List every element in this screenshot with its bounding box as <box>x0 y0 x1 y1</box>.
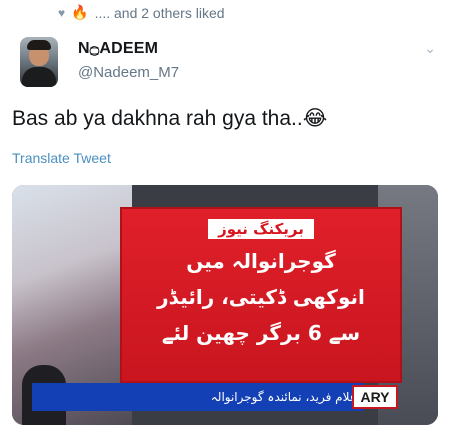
heart-icon: ♥ <box>58 5 66 20</box>
chevron-down-icon[interactable]: ⌄ <box>424 40 436 57</box>
headline-line-1: گوجرانوالہ میں <box>186 249 336 273</box>
social-context-text: .... and 2 others liked <box>94 4 225 21</box>
breaking-news-panel: بریکنگ نیوز گوجرانوالہ میں انوکھی ڈکیتی،… <box>120 207 402 383</box>
tweet-text: Bas ab ya dakhna rah gya tha..😂 <box>12 107 328 130</box>
channel-logo: ARY <box>352 385 398 409</box>
fire-emoji: 🔥 <box>71 4 89 20</box>
news-ticker: غلام فرید، نمائندہ گوجرانوالہ <box>32 383 364 411</box>
breaking-news-label: بریکنگ نیوز <box>208 219 314 239</box>
user-handle[interactable]: @Nadeem_M7 <box>78 64 179 81</box>
headline-line-2: انوکھی ڈکیتی، رائیڈر <box>157 285 365 309</box>
social-context: ♥ 🔥 .... and 2 others liked <box>58 4 225 21</box>
avatar[interactable] <box>20 37 58 87</box>
display-name[interactable]: N۝ADEEM <box>78 38 158 58</box>
translate-tweet-link[interactable]: Translate Tweet <box>12 150 111 166</box>
headline-line-3: سے 6 برگر چھین لئے <box>161 321 361 345</box>
tweet-media[interactable]: بریکنگ نیوز گوجرانوالہ میں انوکھی ڈکیتی،… <box>12 185 438 425</box>
